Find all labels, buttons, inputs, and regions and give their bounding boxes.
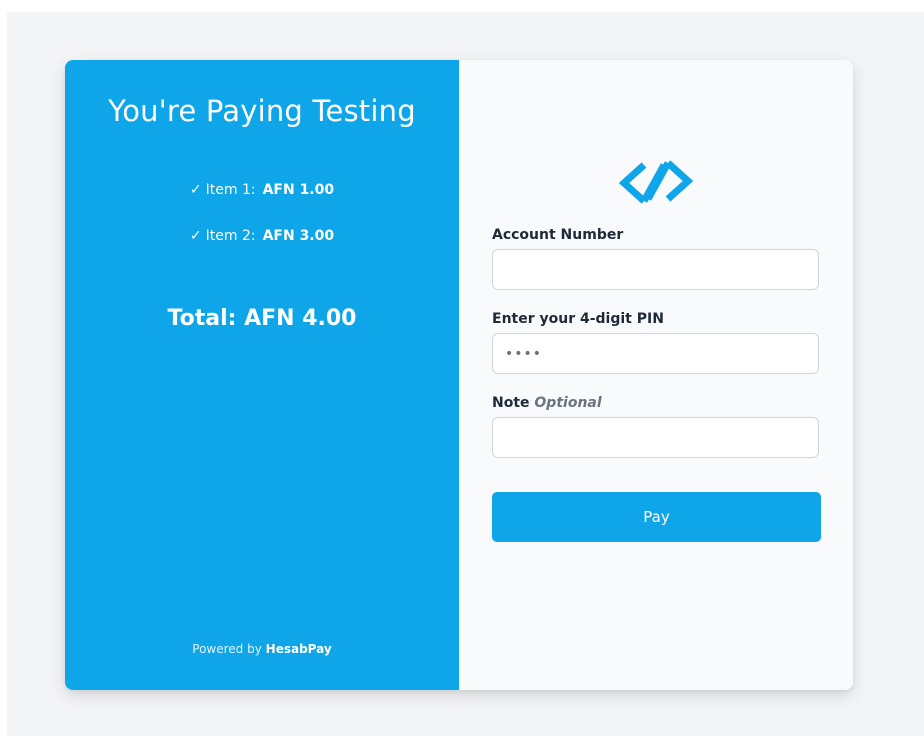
account-number-input[interactable] (492, 249, 819, 290)
note-label: Note Optional (492, 395, 602, 411)
powered-by-footer: Powered by HesabPay (65, 642, 459, 656)
pay-button[interactable]: Pay (492, 492, 821, 542)
pin-label: Enter your 4-digit PIN (492, 311, 664, 327)
note-label-text: Note (492, 395, 530, 411)
powered-by-text: Powered by (192, 642, 262, 656)
item-amount: AFN 3.00 (262, 228, 335, 244)
page-title: You're Paying Testing (108, 94, 416, 128)
total-amount: Total: AFN 4.00 (167, 306, 357, 331)
pin-input[interactable] (492, 333, 819, 374)
page-background: You're Paying Testing ✓ Item 1: AFN 1.00 ✓… (7, 12, 924, 736)
account-number-label: Account Number (492, 227, 624, 243)
note-input[interactable] (492, 417, 819, 458)
brand-name: HesabPay (265, 642, 332, 656)
payment-form-panel: Account Number Enter your 4-digit PIN No… (459, 60, 853, 690)
hesabpay-logo-icon (618, 160, 694, 204)
item-amount: AFN 1.00 (262, 182, 335, 198)
check-icon: ✓ (189, 182, 202, 198)
list-item: ✓ Item 1: AFN 1.00 (65, 182, 459, 198)
check-icon: ✓ (189, 228, 202, 244)
list-item: ✓ Item 2: AFN 3.00 (65, 228, 459, 244)
item-label: Item 2: (205, 228, 256, 244)
item-label: Item 1: (205, 182, 256, 198)
order-summary-panel: You're Paying Testing ✓ Item 1: AFN 1.00 ✓… (65, 60, 459, 690)
optional-tag: Optional (534, 395, 602, 411)
payment-card: You're Paying Testing ✓ Item 1: AFN 1.00 ✓… (65, 60, 853, 690)
